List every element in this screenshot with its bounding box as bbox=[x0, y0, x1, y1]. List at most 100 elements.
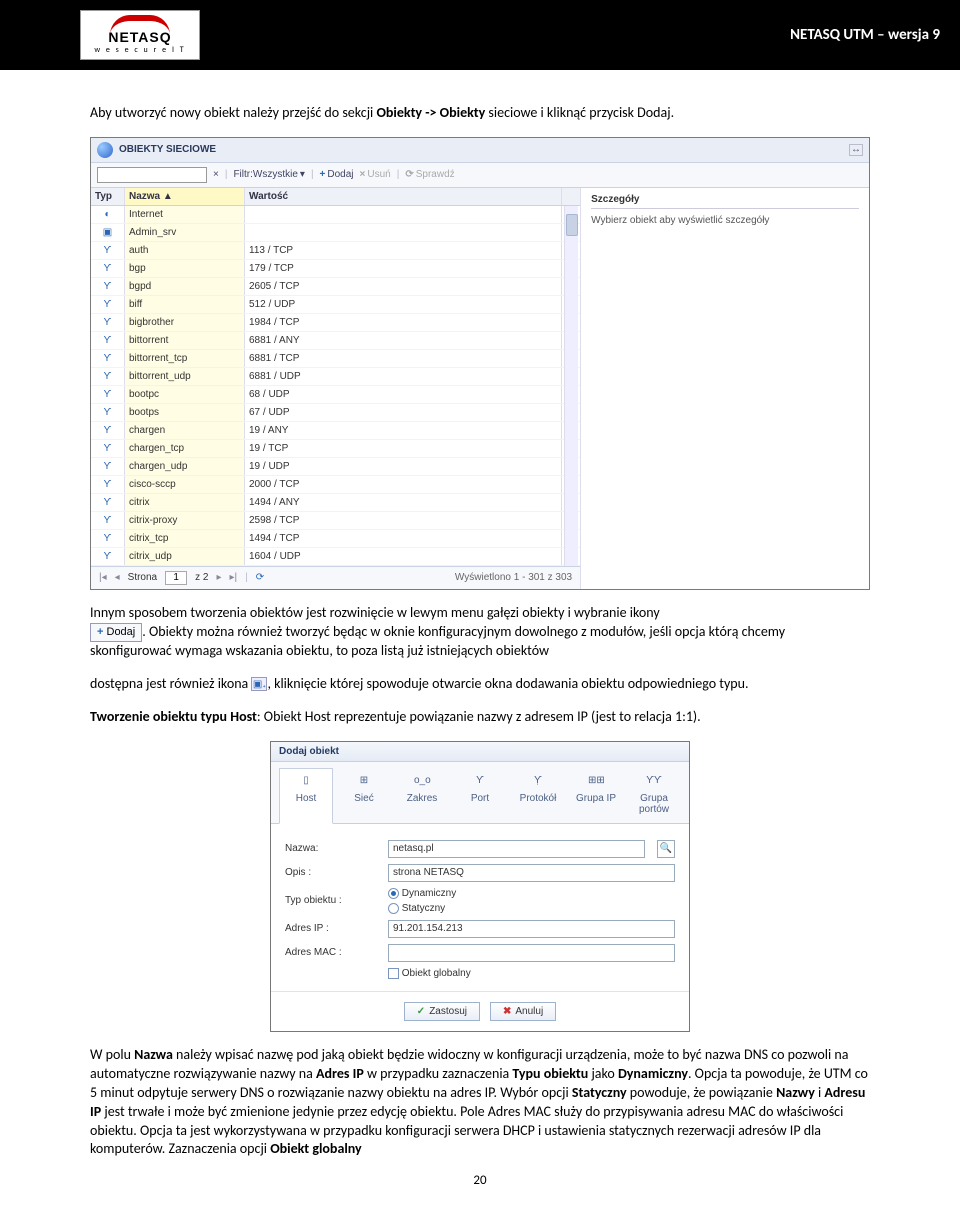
table-row[interactable]: Ƴbittorrent_tcp6881 / TCP bbox=[91, 350, 580, 368]
table-row[interactable]: ◐ Internet bbox=[91, 206, 580, 224]
table-row[interactable]: Ƴbiff512 / UDP bbox=[91, 296, 580, 314]
panel-title-text: OBIEKTY SIECIOWE bbox=[119, 144, 216, 155]
radio-statyczny-label: Statyczny bbox=[402, 903, 445, 914]
row-name: bgp bbox=[125, 260, 245, 277]
col-wartosc[interactable]: Wartość bbox=[245, 188, 562, 205]
check-button[interactable]: ⟳Sprawdź bbox=[405, 169, 454, 180]
globe-icon bbox=[97, 142, 113, 158]
table-row[interactable]: Ƴchargen_udp19 / UDP bbox=[91, 458, 580, 476]
global-checkbox[interactable] bbox=[388, 968, 399, 979]
table-row[interactable]: Ƴbittorrent_udp6881 / UDP bbox=[91, 368, 580, 386]
row-name: citrix bbox=[125, 494, 245, 511]
table-row[interactable]: Ƴbigbrother1984 / TCP bbox=[91, 314, 580, 332]
row-type-icon: Ƴ bbox=[104, 335, 112, 346]
dodaj-button-inline: + Dodaj bbox=[90, 623, 142, 642]
scrollbar[interactable] bbox=[564, 206, 578, 566]
para-5: W polu Nazwa należy wpisać nazwę pod jak… bbox=[90, 1046, 870, 1159]
content: Aby utworzyć nowy obiekt należy przejść … bbox=[0, 70, 960, 1218]
row-name: chargen_udp bbox=[125, 458, 245, 475]
tab-grupa-portów[interactable]: ƳƳGrupa portów bbox=[627, 768, 681, 823]
table-row[interactable]: Ƴbgpd2605 / TCP bbox=[91, 278, 580, 296]
typ-label: Typ obiektu : bbox=[285, 895, 380, 906]
dialog-form: Nazwa: netasq.pl 🔍 Opis : strona NETASQ … bbox=[271, 824, 689, 991]
table-row[interactable]: Ƴbgp179 / TCP bbox=[91, 260, 580, 278]
t: : Obiekt Host reprezentuje powiązanie na… bbox=[257, 708, 701, 725]
table-row[interactable]: Ƴcisco-sccp2000 / TCP bbox=[91, 476, 580, 494]
row-type-icon: Ƴ bbox=[104, 443, 112, 454]
table-row[interactable]: Ƴcitrix_udp1604 / UDP bbox=[91, 548, 580, 566]
clear-icon[interactable]: × bbox=[213, 169, 219, 180]
add-button[interactable]: +Dodaj bbox=[320, 169, 354, 180]
t: . Obiekty można również tworzyć będąc w … bbox=[90, 623, 785, 659]
opis-input[interactable]: strona NETASQ bbox=[388, 864, 675, 882]
row-name: Admin_srv bbox=[125, 224, 245, 241]
t-bold: Obiekty -> Obiekty bbox=[376, 104, 485, 121]
lookup-icon[interactable]: 🔍 bbox=[657, 840, 675, 858]
next-page-button[interactable]: ▸ bbox=[216, 572, 221, 583]
dialog-footer: ✓Zastosuj ✖Anuluj bbox=[271, 991, 689, 1031]
table-row[interactable]: Ƴcitrix_tcp1494 / TCP bbox=[91, 530, 580, 548]
sort-asc-icon: ▲ bbox=[163, 191, 173, 202]
expand-icon[interactable]: ↔ bbox=[849, 144, 863, 156]
page-input[interactable] bbox=[165, 571, 187, 585]
refresh-icon[interactable]: ⟳ bbox=[256, 572, 264, 583]
cancel-button[interactable]: ✖Anuluj bbox=[490, 1002, 556, 1021]
toolbar: × | Filtr:Wszystkie▾ | +Dodaj ×Usuń | ⟳S… bbox=[91, 163, 869, 188]
row-name: Internet bbox=[125, 206, 245, 223]
page-number: 20 bbox=[90, 1173, 870, 1188]
nazwa-input[interactable]: netasq.pl bbox=[388, 840, 645, 858]
tab-icon: ⊞⊞ bbox=[588, 775, 604, 789]
row-value: 6881 / TCP bbox=[245, 350, 562, 367]
adresmac-input[interactable] bbox=[388, 944, 675, 962]
table-row[interactable]: Ƴbootps67 / UDP bbox=[91, 404, 580, 422]
t: Innym sposobem tworzenia obiektów jest r… bbox=[90, 604, 660, 621]
delete-button[interactable]: ×Usuń bbox=[360, 169, 391, 180]
tab-grupa-ip[interactable]: ⊞⊞ Grupa IP bbox=[569, 768, 623, 823]
row-type-icon: ◐ bbox=[104, 209, 110, 220]
scroll-thumb[interactable] bbox=[566, 214, 578, 236]
table-row[interactable]: Ƴcitrix1494 / ANY bbox=[91, 494, 580, 512]
table-row[interactable]: Ƴcitrix-proxy2598 / TCP bbox=[91, 512, 580, 530]
radio-dynamiczny[interactable] bbox=[388, 888, 399, 899]
tab-protokół[interactable]: Ƴ̣Protokół bbox=[511, 768, 565, 823]
tab-sieć[interactable]: ⊞Sieć bbox=[337, 768, 391, 823]
t: dostępna jest również ikona bbox=[90, 675, 251, 692]
last-page-button[interactable]: ▸| bbox=[230, 572, 238, 583]
tab-label: Grupa IP bbox=[576, 793, 616, 804]
adresmac-label: Adres MAC : bbox=[285, 947, 380, 958]
first-page-button[interactable]: |◂ bbox=[99, 572, 107, 583]
row-value: 2605 / TCP bbox=[245, 278, 562, 295]
filter-dropdown[interactable]: Filtr:Wszystkie▾ bbox=[233, 169, 304, 180]
table-row[interactable]: Ƴbootpc68 / UDP bbox=[91, 386, 580, 404]
tab-icon: ⊞ bbox=[356, 775, 372, 789]
tab-host[interactable]: ▯Host bbox=[279, 768, 333, 824]
row-type-icon: Ƴ bbox=[104, 407, 112, 418]
tab-zakres[interactable]: o_oZakres bbox=[395, 768, 449, 823]
apply-button[interactable]: ✓Zastosuj bbox=[404, 1002, 480, 1021]
para-3: dostępna jest również ikona ▣₊, kliknięc… bbox=[90, 675, 870, 694]
col-typ[interactable]: Typ bbox=[91, 188, 125, 205]
adresip-input[interactable]: 91.201.154.213 bbox=[388, 920, 675, 938]
dialog-tabs: ▯Host⊞Siećo_oZakresƳPortƳ̣Protokół ⊞⊞ Grup… bbox=[271, 762, 689, 824]
row-name: bgpd bbox=[125, 278, 245, 295]
row-value: 2000 / TCP bbox=[245, 476, 562, 493]
row-name: citrix_tcp bbox=[125, 530, 245, 547]
search-input[interactable] bbox=[97, 167, 207, 183]
table-row[interactable]: ▣Admin_srv bbox=[91, 224, 580, 242]
table-row[interactable]: Ƴchargen_tcp19 / TCP bbox=[91, 440, 580, 458]
prev-page-button[interactable]: ◂ bbox=[115, 572, 120, 583]
radio-statyczny[interactable] bbox=[388, 903, 399, 914]
tab-port[interactable]: ƳPort bbox=[453, 768, 507, 823]
table-row[interactable]: Ƴchargen19 / ANY bbox=[91, 422, 580, 440]
row-value: 1494 / ANY bbox=[245, 494, 562, 511]
screenshot-dialog: Dodaj obiekt ▯Host⊞Siećo_oZakresƳPortƳ̣P… bbox=[270, 741, 690, 1032]
table-row[interactable]: Ƴbittorrent6881 / ANY bbox=[91, 332, 580, 350]
row-name: bigbrother bbox=[125, 314, 245, 331]
col-nazwa[interactable]: Nazwa ▲ bbox=[125, 188, 245, 205]
row-type-icon: Ƴ bbox=[104, 551, 112, 562]
global-label: Obiekt globalny bbox=[402, 968, 471, 979]
row-value: 1604 / UDP bbox=[245, 548, 562, 565]
row-type-icon: Ƴ bbox=[104, 461, 112, 472]
table-row[interactable]: Ƴauth113 / TCP bbox=[91, 242, 580, 260]
screenshot-grid: OBIEKTY SIECIOWE ↔ × | Filtr:Wszystkie▾ … bbox=[90, 137, 870, 590]
